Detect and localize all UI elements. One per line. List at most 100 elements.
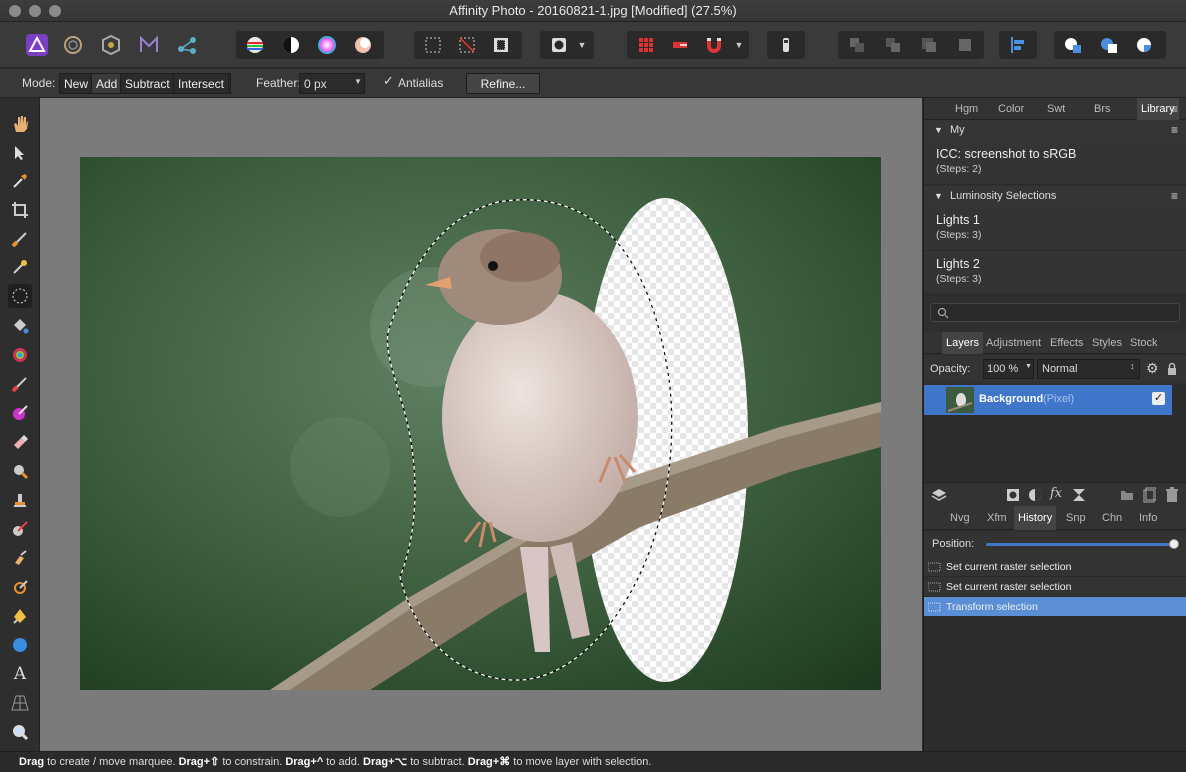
mesh-warp-tool-icon[interactable] (8, 575, 32, 599)
tab-color[interactable]: Color (998, 103, 1024, 115)
group-layers-icon[interactable] (1120, 488, 1134, 502)
erase-brush-tool-icon[interactable] (8, 430, 32, 454)
layer-visibility-checkbox[interactable]: ✓ (1152, 392, 1165, 405)
tab-histogram[interactable]: Hgm (955, 103, 978, 115)
blend-mode-select[interactable]: Normal ↕ (1037, 359, 1140, 379)
perspective-tool-icon[interactable] (8, 691, 32, 715)
mode-add-button[interactable]: Add (91, 73, 123, 94)
elliptical-marquee-tool-icon[interactable] (8, 284, 32, 308)
auto-white-balance-icon[interactable] (348, 31, 378, 59)
select-all-icon[interactable] (418, 31, 448, 59)
library-search-input[interactable] (930, 303, 1180, 322)
move-forward-one-icon[interactable] (914, 31, 944, 59)
move-to-back-icon[interactable] (842, 31, 872, 59)
color-replacement-tool-icon[interactable] (8, 401, 32, 425)
tab-channels[interactable]: Chn (1102, 512, 1122, 524)
tab-history[interactable]: History (1014, 506, 1057, 530)
macro-item[interactable]: Lights 2 (Steps: 3) (924, 251, 1186, 295)
tab-transform[interactable]: Xfm (987, 512, 1007, 524)
feather-field[interactable]: 0 px ▼ (299, 73, 365, 94)
section-menu-icon[interactable]: ≡ (1171, 186, 1178, 207)
history-item[interactable]: Set current raster selection (924, 577, 1186, 597)
dodge-brush-tool-icon[interactable] (8, 459, 32, 483)
library-section-my[interactable]: ▼ My ≡ (924, 120, 1186, 141)
tab-brushes[interactable]: Brs (1094, 103, 1111, 115)
move-to-front-icon[interactable] (950, 31, 980, 59)
paint-brush-tool-icon[interactable] (8, 372, 32, 396)
tab-snapshots[interactable]: Snp (1066, 512, 1086, 524)
live-filter-icon[interactable] (1072, 488, 1086, 502)
snapping-magnet-icon[interactable] (699, 31, 729, 59)
document-photo[interactable] (80, 157, 881, 690)
tab-navigator[interactable]: Nvg (950, 512, 970, 524)
opacity-field[interactable]: 100 % ▼ (983, 359, 1034, 379)
stepper-icon[interactable]: ↕ (1130, 361, 1135, 371)
text-tool-icon[interactable]: A (8, 662, 32, 686)
macro-item[interactable]: ICC: screenshot to sRGB (Steps: 2) (924, 141, 1186, 185)
macro-item[interactable]: Lights 1 (Steps: 3) (924, 207, 1186, 251)
gradient-tool-icon[interactable] (8, 343, 32, 367)
tab-stock[interactable]: Stock (1130, 337, 1158, 349)
fx-icon[interactable]: fx (1050, 486, 1062, 501)
invert-selection-icon[interactable] (486, 31, 516, 59)
library-section-luminosity[interactable]: ▼ Luminosity Selections ≡ (924, 186, 1186, 207)
antialias-checkbox[interactable]: ✓ (383, 73, 394, 89)
clone-brush-tool-icon[interactable] (8, 488, 32, 512)
disclosure-triangle-icon[interactable]: ▼ (934, 186, 943, 207)
section-menu-icon[interactable]: ≡ (1171, 120, 1178, 141)
slider-thumb[interactable] (1169, 539, 1179, 549)
pen-tool-icon[interactable] (8, 604, 32, 628)
export-persona-icon[interactable] (172, 31, 202, 59)
chevron-down-icon[interactable]: ▼ (729, 31, 749, 59)
flood-select-tool-icon[interactable] (8, 255, 32, 279)
blemish-removal-tool-icon[interactable] (8, 517, 32, 541)
mode-new-button[interactable]: New (59, 73, 94, 94)
auto-levels-icon[interactable] (240, 31, 270, 59)
layers-stack-icon[interactable] (931, 487, 947, 503)
crop-tool-icon[interactable] (8, 198, 32, 222)
minimize-window-button[interactable] (29, 5, 41, 17)
history-item[interactable]: Set current raster selection (924, 557, 1186, 577)
tab-adjustment[interactable]: Adjustment (986, 337, 1041, 349)
hand-tool-icon[interactable] (8, 112, 32, 136)
refine-button[interactable]: Refine... (466, 73, 540, 94)
smudge-brush-tool-icon[interactable] (8, 546, 32, 570)
tab-info[interactable]: Info (1139, 512, 1157, 524)
snapping-grid-icon[interactable] (631, 31, 661, 59)
flood-fill-tool-icon[interactable] (8, 314, 32, 338)
close-window-button[interactable] (9, 5, 21, 17)
tab-layers[interactable]: Layers (942, 332, 984, 354)
develop-persona-icon[interactable] (96, 31, 126, 59)
auto-contrast-icon[interactable] (276, 31, 306, 59)
mode-subtract-button[interactable]: Subtract (120, 73, 175, 94)
lock-icon[interactable] (1167, 362, 1177, 376)
history-item-selected[interactable]: Transform selection (924, 597, 1186, 617)
subtract-selection-mode-icon[interactable] (1094, 31, 1124, 59)
chevron-down-icon[interactable]: ▼ (1025, 363, 1032, 370)
quick-mask-icon[interactable] (544, 31, 574, 59)
add-selection-mode-icon[interactable] (1058, 31, 1088, 59)
gear-icon[interactable]: ⚙ (1146, 360, 1159, 377)
mode-intersect-button[interactable]: Intersect (173, 73, 230, 94)
tone-mapping-persona-icon[interactable] (134, 31, 164, 59)
layer-row-background[interactable]: Background (Pixel) ✓ (924, 385, 1172, 415)
intersect-selection-mode-icon[interactable] (1130, 31, 1160, 59)
photo-persona-icon[interactable] (22, 31, 52, 59)
force-pixel-alignment-icon[interactable] (665, 31, 695, 59)
mask-layer-icon[interactable] (1006, 488, 1020, 502)
color-picker-tool-icon[interactable] (8, 169, 32, 193)
tab-styles[interactable]: Styles (1092, 337, 1122, 349)
deselect-icon[interactable] (452, 31, 482, 59)
trash-icon[interactable] (1165, 487, 1179, 503)
tab-effects[interactable]: Effects (1050, 337, 1083, 349)
assistant-icon[interactable] (771, 31, 801, 59)
chevron-down-icon[interactable]: ▼ (354, 77, 362, 86)
zoom-tool-icon[interactable] (8, 720, 32, 744)
adjustment-layer-icon[interactable] (1028, 488, 1042, 502)
align-left-icon[interactable] (1003, 31, 1033, 59)
zoom-window-button[interactable] (49, 5, 61, 17)
selection-brush-tool-icon[interactable] (8, 227, 32, 251)
disclosure-triangle-icon[interactable]: ▼ (934, 120, 943, 141)
add-pixel-layer-icon[interactable] (1142, 487, 1156, 503)
ellipse-tool-icon[interactable] (8, 633, 32, 657)
